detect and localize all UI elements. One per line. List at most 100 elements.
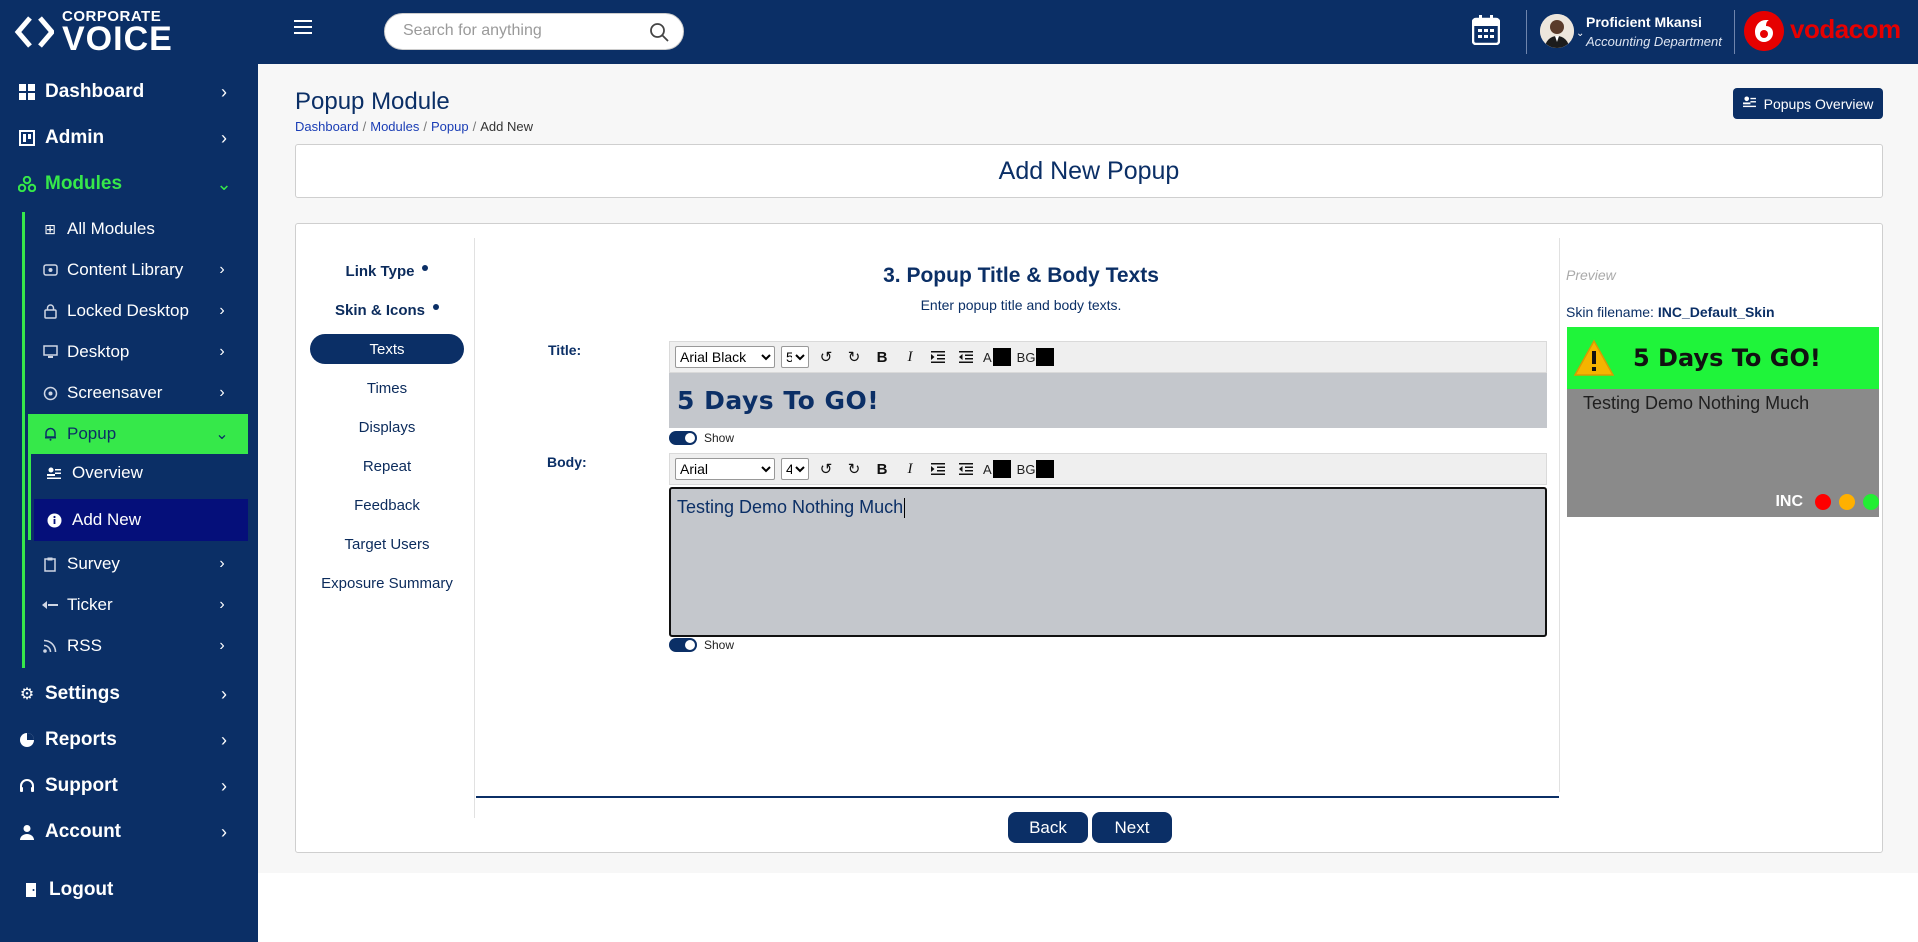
title-font-select[interactable]: Arial Black Arial: [675, 346, 775, 368]
sidebar-item-label: Overview: [72, 463, 143, 482]
sidebar-item-reports[interactable]: Reports ›: [0, 720, 258, 760]
body-show-toggle[interactable]: [669, 638, 697, 652]
title-show-toggle[interactable]: [669, 431, 697, 445]
avatar[interactable]: [1540, 14, 1574, 48]
outdent-icon[interactable]: [955, 458, 977, 480]
title-editor[interactable]: 5 Days To GO!: [669, 373, 1547, 428]
sidebar-item-all-modules[interactable]: ⊞ All Modules: [28, 209, 248, 249]
page-footer: [258, 873, 1918, 942]
sidebar-item-screensaver[interactable]: Screensaver ›: [28, 373, 248, 413]
sidebar-item-content-library[interactable]: Content Library ›: [28, 250, 248, 290]
chevron-right-icon: ›: [221, 683, 227, 704]
next-button[interactable]: Next: [1092, 812, 1172, 843]
chevron-right-icon: ›: [219, 637, 225, 654]
lock-icon: [42, 303, 58, 319]
preview-label: Preview: [1566, 267, 1616, 283]
sidebar-item-settings[interactable]: ⚙ Settings ›: [0, 674, 258, 714]
sidebar-item-popup-overview[interactable]: Overview: [34, 452, 248, 494]
breadcrumb-modules[interactable]: Modules: [370, 119, 419, 134]
sidebar-item-desktop[interactable]: Desktop ›: [28, 332, 248, 372]
steps-divider: [474, 238, 475, 818]
bell-icon: [42, 426, 58, 442]
warning-icon: [1573, 339, 1615, 376]
body-editor[interactable]: Testing Demo Nothing Much: [669, 487, 1547, 637]
calendar-icon[interactable]: [1472, 15, 1500, 45]
form-bottom-rule: [476, 796, 1559, 798]
undo-icon[interactable]: ↺: [815, 346, 837, 368]
chevron-right-icon: ›: [219, 384, 225, 401]
brand-logo[interactable]: CORPORATE VOICE: [0, 0, 258, 64]
popups-overview-button[interactable]: Popups Overview: [1733, 88, 1883, 119]
text-color-picker[interactable]: A: [983, 460, 1011, 478]
bg-color-swatch: [1036, 348, 1055, 366]
sidebar-item-modules[interactable]: Modules ⌄: [0, 164, 258, 204]
body-size-select[interactable]: 4 5: [781, 458, 809, 480]
chevron-down-icon[interactable]: ⌄: [1576, 28, 1584, 39]
chevron-right-icon: ›: [221, 81, 227, 102]
preview-divider: [1559, 238, 1560, 792]
section-title: 3. Popup Title & Body Texts: [883, 264, 1159, 287]
text-caret: [904, 498, 906, 519]
sidebar-item-label: Desktop: [67, 342, 130, 361]
step-skin-icons[interactable]: Skin & Icons: [310, 295, 464, 325]
breadcrumb-popup[interactable]: Popup: [431, 119, 469, 134]
indent-icon[interactable]: [927, 458, 949, 480]
preview-header: 5 Days To GO!: [1567, 327, 1879, 389]
sidebar-item-logout[interactable]: Logout: [0, 870, 258, 910]
body-show-label: Show: [704, 638, 735, 652]
step-exposure-summary[interactable]: Exposure Summary: [310, 568, 464, 598]
sidebar-item-rss[interactable]: RSS ›: [28, 626, 248, 666]
topbar-divider: [1526, 10, 1527, 54]
sidebar-item-locked-desktop[interactable]: Locked Desktop ›: [28, 291, 248, 331]
preview-title: 5 Days To GO!: [1633, 344, 1821, 372]
step-repeat[interactable]: Repeat: [310, 451, 464, 481]
undo-icon[interactable]: ↺: [815, 458, 837, 480]
modules-icon: [18, 175, 36, 193]
body-font-select[interactable]: Arial Arial Black: [675, 458, 775, 480]
sidebar-item-label: Content Library: [67, 260, 184, 279]
bold-icon[interactable]: B: [871, 346, 893, 368]
step-texts[interactable]: Texts: [310, 334, 464, 364]
step-times[interactable]: Times: [310, 373, 464, 403]
sidebar-item-account[interactable]: Account ›: [0, 812, 258, 852]
sidebar-item-support[interactable]: Support ›: [0, 766, 258, 806]
popups-overview-label: Popups Overview: [1763, 95, 1874, 112]
section-subtitle: Enter popup title and body texts.: [920, 297, 1122, 313]
bold-icon[interactable]: B: [871, 458, 893, 480]
search-icon[interactable]: [649, 22, 669, 42]
search-input[interactable]: [403, 22, 643, 40]
screensaver-icon: [42, 385, 58, 401]
bg-color-picker[interactable]: BG: [1017, 460, 1055, 478]
user-icon: [18, 823, 36, 841]
redo-icon[interactable]: ↻: [843, 458, 865, 480]
sidebar-item-survey[interactable]: Survey ›: [28, 544, 248, 584]
italic-icon[interactable]: I: [899, 346, 921, 368]
chevron-down-icon: ⌄: [216, 173, 232, 194]
bg-color-picker[interactable]: BG: [1017, 348, 1055, 366]
sidebar-item-label: Reports: [45, 729, 117, 750]
preview-inc-label: INC: [1775, 493, 1803, 510]
hamburger-menu-icon[interactable]: [294, 20, 312, 34]
sidebar-item-ticker[interactable]: Ticker ›: [28, 585, 248, 625]
chevron-down-icon: ⌄: [215, 426, 229, 443]
outdent-icon[interactable]: [955, 346, 977, 368]
user-name: Proficient Mkansi: [1586, 14, 1702, 30]
sidebar-item-popup[interactable]: Popup ⌄: [28, 414, 248, 454]
green-status-icon: [1863, 494, 1879, 510]
sidebar-item-admin[interactable]: Admin ›: [0, 118, 258, 158]
redo-icon[interactable]: ↻: [843, 346, 865, 368]
step-link-type[interactable]: Link Type: [310, 256, 464, 286]
sidebar-item-dashboard[interactable]: Dashboard ›: [0, 72, 258, 112]
back-button[interactable]: Back: [1008, 812, 1088, 843]
step-displays[interactable]: Displays: [310, 412, 464, 442]
step-feedback[interactable]: Feedback: [310, 490, 464, 520]
monitor-icon: [42, 344, 58, 360]
step-target-users[interactable]: Target Users: [310, 529, 464, 559]
sidebar-item-popup-add-new[interactable]: Add New: [34, 499, 248, 541]
text-color-picker[interactable]: A: [983, 348, 1011, 366]
breadcrumb-dashboard[interactable]: Dashboard: [295, 119, 359, 134]
title-size-select[interactable]: 5 4: [781, 346, 809, 368]
indent-icon[interactable]: [927, 346, 949, 368]
info-circle-icon: [46, 512, 62, 528]
italic-icon[interactable]: I: [899, 458, 921, 480]
